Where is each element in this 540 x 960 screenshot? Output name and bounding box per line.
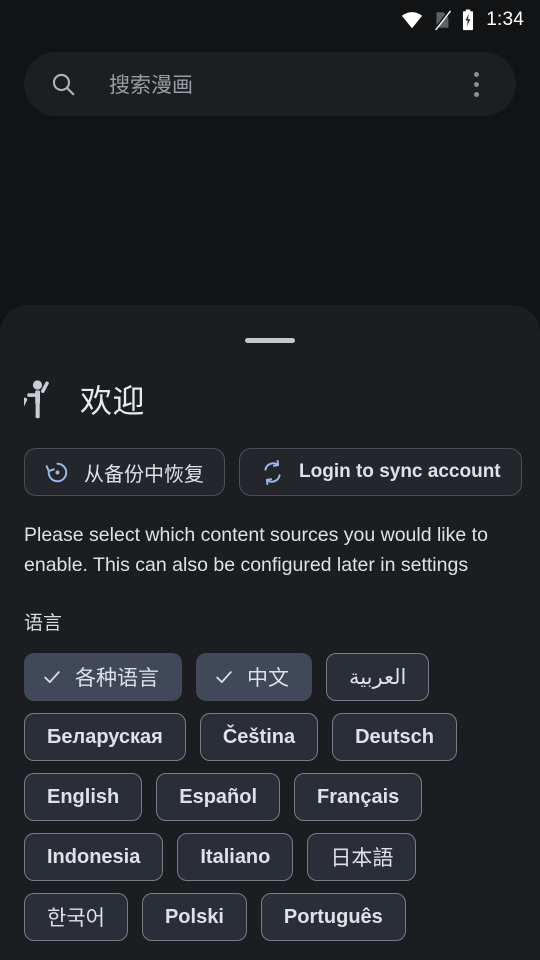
language-chip-label: Polski xyxy=(164,905,224,928)
search-icon xyxy=(50,71,77,98)
language-chip[interactable]: Italiano xyxy=(177,833,294,881)
language-chip[interactable]: Deutsch xyxy=(332,713,457,761)
login-to-sync-label: Login to sync account xyxy=(299,461,501,482)
language-chip[interactable]: Polski xyxy=(141,893,247,941)
language-chip-label: Português xyxy=(283,905,383,928)
language-chip[interactable]: 한국어 xyxy=(24,893,128,941)
language-chip-label: 한국어 xyxy=(47,907,105,930)
battery-charging-icon xyxy=(461,9,475,31)
language-chip[interactable]: Беларуская xyxy=(24,713,186,761)
language-chip[interactable]: 日本語 xyxy=(307,833,417,881)
no-sim-icon xyxy=(432,9,452,31)
more-vert-icon[interactable] xyxy=(456,62,496,106)
language-section-label: 语言 xyxy=(24,613,63,634)
language-chip-label: العربية xyxy=(349,665,407,689)
language-chip[interactable]: Čeština xyxy=(199,713,319,761)
language-chip-label: English xyxy=(47,785,120,808)
language-chip-label: Deutsch xyxy=(355,725,434,748)
language-chip-label: Беларуская xyxy=(47,725,163,748)
language-chip[interactable]: Español xyxy=(156,773,281,821)
language-chip-label: Italiano xyxy=(200,845,271,868)
app-root: 1:34 搜索漫画 欢迎 从备份中恢复 Login to sync accoun… xyxy=(0,0,540,960)
status-time: 1:34 xyxy=(486,9,524,30)
action-button-row: 从备份中恢复 Login to sync account xyxy=(24,448,522,496)
welcome-header: 欢迎 xyxy=(24,371,516,427)
restore-from-backup-label: 从备份中恢复 xyxy=(84,463,204,486)
check-icon xyxy=(213,666,235,688)
language-chip-label: 各种语言 xyxy=(75,667,159,690)
language-chip-label: Français xyxy=(317,785,400,808)
onboarding-description: Please select which content sources you … xyxy=(24,524,488,576)
language-chip-label: 日本語 xyxy=(330,847,394,870)
login-to-sync-button[interactable]: Login to sync account xyxy=(239,448,522,496)
search-bar[interactable]: 搜索漫画 xyxy=(24,52,516,116)
onboarding-bottom-sheet: 欢迎 从备份中恢复 Login to sync account Please s… xyxy=(0,305,540,960)
waving-person-icon xyxy=(24,378,58,420)
language-chip[interactable]: Indonesia xyxy=(24,833,164,881)
page-title: 欢迎 xyxy=(80,383,146,419)
language-chip[interactable]: العربية xyxy=(326,653,430,701)
language-chip[interactable]: Français xyxy=(294,773,423,821)
language-chip[interactable]: English xyxy=(24,773,143,821)
language-chip[interactable]: Português xyxy=(260,893,406,941)
language-chip-grid: 各种语言 中文 العربية Беларуская Čeština Deutsch Eng… xyxy=(24,653,516,941)
language-chip-label: Čeština xyxy=(222,725,296,748)
restore-from-backup-button[interactable]: 从备份中恢复 xyxy=(24,448,225,496)
wifi-icon xyxy=(401,9,423,31)
status-bar: 1:34 xyxy=(0,0,540,40)
language-chip-label: 中文 xyxy=(247,667,289,690)
drag-handle[interactable] xyxy=(245,338,295,343)
sync-icon xyxy=(260,459,285,485)
sheet-content: 欢迎 从备份中恢复 Login to sync account Please s… xyxy=(0,365,540,941)
language-chip-label: Indonesia xyxy=(47,845,141,868)
language-chip[interactable]: 中文 xyxy=(196,653,312,701)
search-input[interactable]: 搜索漫画 xyxy=(109,69,456,99)
restore-icon xyxy=(45,460,70,485)
language-chip-label: Español xyxy=(179,785,258,808)
check-icon xyxy=(41,666,63,688)
language-chip[interactable]: 各种语言 xyxy=(24,653,182,701)
